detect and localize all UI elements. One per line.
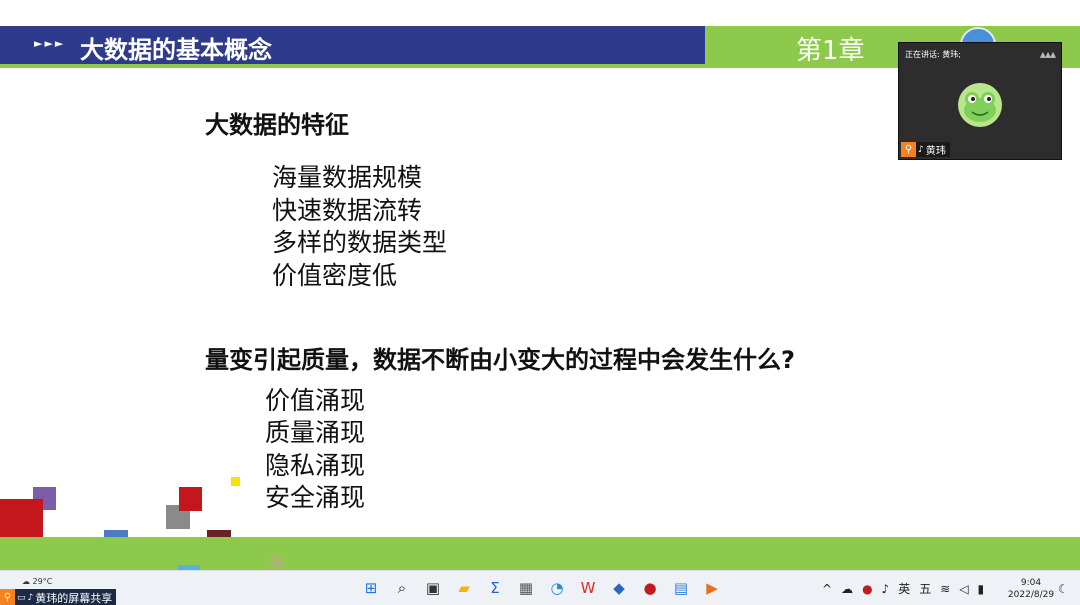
notepad-icon[interactable]: ▤	[670, 577, 692, 599]
volume-icon[interactable]: ◁	[959, 582, 968, 596]
screen-share-tag[interactable]: ⚲ ▭ ♪ 黄玮的屏幕共享	[0, 589, 117, 605]
file-explorer-icon[interactable]: ▰	[453, 577, 475, 599]
slide-title: 大数据的基本概念	[80, 36, 272, 64]
windows-start-icon[interactable]: ⊞	[360, 577, 382, 599]
battery-icon[interactable]: ▮	[978, 582, 985, 596]
microphone-icon: ♪	[27, 592, 34, 603]
cloud-icon[interactable]: ☁	[841, 582, 853, 596]
panel-menu-icon[interactable]: ▴▴▴	[1040, 47, 1056, 61]
emergence-item: 隐私涌现	[265, 451, 366, 480]
chapter-label: 第1章	[796, 36, 865, 66]
meeting-app-icon[interactable]: ◆	[608, 577, 630, 599]
clock-time: 9:04	[1020, 578, 1042, 588]
slideshow-icon[interactable]: ▶	[701, 577, 723, 599]
wps-office-icon[interactable]: W	[577, 577, 599, 599]
taskbar-apps: ⊞ ⌕ ▣ ▰ Σ ▦ ◔ W ◆ ● ▤ ▶	[360, 577, 723, 599]
section-title-features: 大数据的特征	[205, 111, 349, 139]
search-icon[interactable]: ⌕	[391, 577, 413, 599]
feature-item: 价值密度低	[272, 261, 398, 290]
ime-lang[interactable]: 英	[898, 580, 910, 597]
decor-square	[270, 555, 284, 568]
system-clock[interactable]: 9:04 2022/8/29	[1006, 577, 1056, 601]
feature-item: 多样的数据类型	[272, 228, 448, 257]
clock-date: 2022/8/29	[1007, 590, 1055, 600]
media-player-icon[interactable]: ●	[639, 577, 661, 599]
ground-strip	[0, 537, 1080, 570]
taskbar: ☁ 29°C ⚲ ▭ ♪ 黄玮的屏幕共享 ⊞ ⌕ ▣ ▰ Σ ▦ ◔ W ◆ ● ▤ ▶ ^ ☁ ● …	[0, 570, 1080, 605]
emergence-item: 安全涌现	[265, 483, 366, 512]
edge-browser-icon[interactable]: ◔	[546, 577, 568, 599]
microphone-icon: ♪	[918, 144, 924, 155]
microphone-icon[interactable]: ♪	[882, 582, 890, 596]
feature-item: 快速数据流转	[272, 196, 423, 225]
notification-icon[interactable]: ☾	[1058, 582, 1069, 596]
weather-widget[interactable]: ☁ 29°C	[22, 577, 52, 586]
tray-chevron-icon[interactable]: ^	[822, 582, 832, 596]
speaker-name: 黄玮	[925, 146, 946, 157]
speaking-label: 正在讲话: 黄玮;	[905, 50, 961, 59]
emergence-item: 价值涌现	[265, 386, 366, 415]
top-margin	[0, 0, 1080, 26]
emergence-item: 质量涌现	[265, 418, 366, 447]
share-label: 黄玮的屏幕共享	[35, 591, 113, 605]
app-tray-icon[interactable]: ●	[862, 582, 872, 596]
calculator-icon[interactable]: ▦	[515, 577, 537, 599]
weather-icon: ☁	[22, 577, 30, 586]
decor-square	[231, 477, 240, 486]
screen-icon: ▭	[17, 592, 26, 603]
person-icon: ⚲	[0, 589, 15, 605]
header-arrows: ►►►	[34, 37, 66, 50]
sigma-app-icon[interactable]: Σ	[484, 577, 506, 599]
task-view-icon[interactable]: ▣	[422, 577, 444, 599]
decor-square	[179, 487, 202, 511]
person-icon: ⚲	[901, 142, 916, 157]
speaker-tag: ⚲ ♪ 黄玮	[901, 142, 950, 157]
frog-avatar-icon	[958, 83, 1002, 127]
ime-mode[interactable]: 五	[919, 580, 931, 597]
system-tray: ^ ☁ ● ♪ 英 五 ≋ ◁ ▮	[822, 580, 984, 597]
weather-temp: 29°C	[32, 577, 53, 586]
video-panel[interactable]: 正在讲话: 黄玮; ▴▴▴ ⚲ ♪ 黄玮	[898, 42, 1062, 160]
wifi-icon[interactable]: ≋	[940, 582, 950, 596]
section-title-question: 量变引起质量，数据不断由小变大的过程中会发生什么?	[205, 346, 795, 374]
feature-item: 海量数据规模	[272, 163, 423, 192]
